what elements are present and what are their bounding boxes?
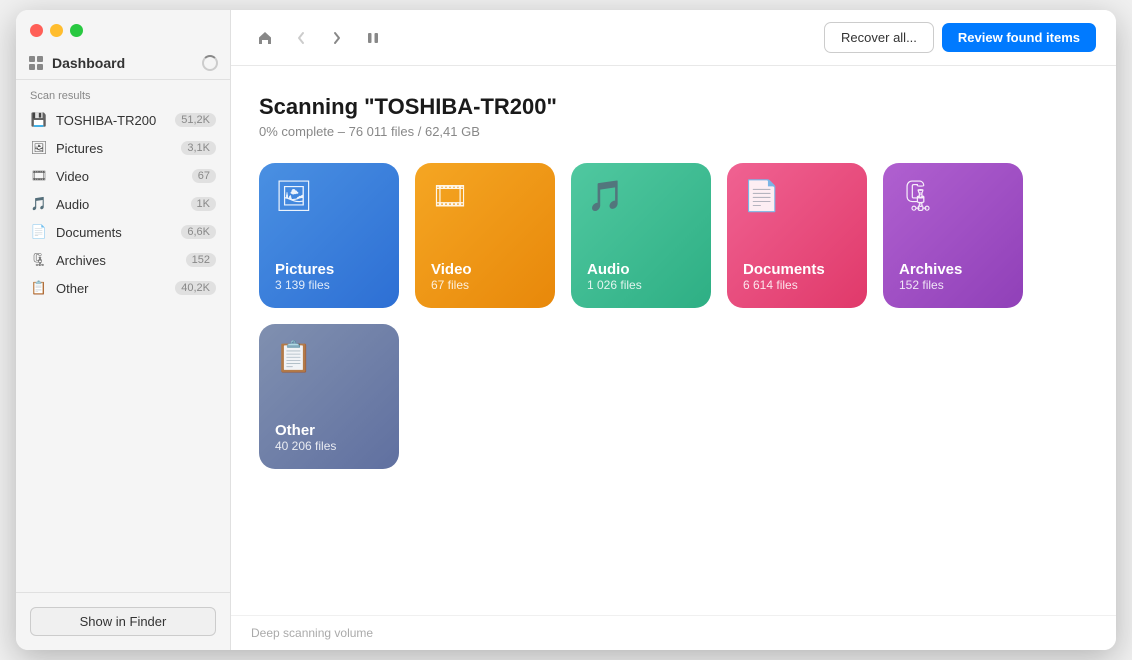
other-sidebar-label: Other (56, 281, 167, 296)
cards-grid: 🖼 Pictures 3 139 files 🎞 Video 67 files … (259, 163, 1088, 469)
maximize-button[interactable] (70, 24, 83, 37)
sidebar-item-toshiba[interactable]: 💾 TOSHIBA-TR200 51,2K (16, 106, 230, 134)
sidebar-dashboard-header[interactable]: Dashboard (16, 47, 230, 80)
sidebar-item-archives[interactable]: 🗜 Archives 152 (16, 246, 230, 274)
toshiba-sidebar-label: TOSHIBA-TR200 (56, 113, 167, 128)
other-card-icon: 📋 (275, 340, 383, 375)
close-button[interactable] (30, 24, 43, 37)
other-card-label: Other (275, 422, 383, 439)
audio-card-label: Audio (587, 261, 695, 278)
sidebar-items-list: 💾 TOSHIBA-TR200 51,2K 🖼 Pictures 3,1K 🎞 … (16, 106, 230, 302)
home-button[interactable] (251, 24, 279, 52)
audio-sidebar-badge: 1K (191, 197, 216, 211)
pictures-card-label: Pictures (275, 261, 383, 278)
pictures-card-count: 3 139 files (275, 278, 383, 292)
sidebar-item-audio[interactable]: 🎵 Audio 1K (16, 190, 230, 218)
audio-card-count: 1 026 files (587, 278, 695, 292)
main-content: Scanning "TOSHIBA-TR200" 0% complete – 7… (231, 66, 1116, 615)
minimize-button[interactable] (50, 24, 63, 37)
documents-card-label: Documents (743, 261, 851, 278)
app-window: Dashboard Scan results 💾 TOSHIBA-TR200 5… (16, 10, 1116, 650)
archives-card-label: Archives (899, 261, 1007, 278)
recover-all-button[interactable]: Recover all... (824, 22, 934, 53)
toshiba-sidebar-icon: 💾 (30, 111, 48, 129)
card-archives[interactable]: 🗜 Archives 152 files (883, 163, 1023, 308)
traffic-lights (30, 24, 83, 37)
documents-sidebar-badge: 6,6K (181, 225, 216, 239)
card-video[interactable]: 🎞 Video 67 files (415, 163, 555, 308)
grid-icon (28, 55, 44, 71)
back-button[interactable] (287, 24, 315, 52)
documents-card-count: 6 614 files (743, 278, 851, 292)
audio-sidebar-icon: 🎵 (30, 195, 48, 213)
loading-spinner (202, 55, 218, 71)
archives-sidebar-label: Archives (56, 253, 178, 268)
titlebar (16, 10, 230, 47)
card-other[interactable]: 📋 Other 40 206 files (259, 324, 399, 469)
review-found-items-button[interactable]: Review found items (942, 23, 1096, 52)
scan-subtitle: 0% complete – 76 011 files / 62,41 GB (259, 124, 1088, 139)
archives-card-count: 152 files (899, 278, 1007, 292)
documents-sidebar-label: Documents (56, 225, 173, 240)
toshiba-sidebar-badge: 51,2K (175, 113, 216, 127)
scan-results-label: Scan results (16, 80, 230, 106)
audio-card-icon: 🎵 (587, 179, 695, 214)
sidebar-footer: Show in Finder (16, 592, 230, 650)
dashboard-label: Dashboard (52, 55, 194, 71)
video-sidebar-icon: 🎞 (30, 167, 48, 185)
pictures-sidebar-label: Pictures (56, 141, 173, 156)
documents-sidebar-icon: 📄 (30, 223, 48, 241)
main-toolbar: Recover all... Review found items (231, 10, 1116, 66)
documents-card-icon: 📄 (743, 179, 851, 214)
main-footer: Deep scanning volume (231, 615, 1116, 650)
pause-button[interactable] (359, 24, 387, 52)
card-documents[interactable]: 📄 Documents 6 614 files (727, 163, 867, 308)
sidebar-item-other[interactable]: 📋 Other 40,2K (16, 274, 230, 302)
video-sidebar-label: Video (56, 169, 184, 184)
archives-sidebar-icon: 🗜 (30, 251, 48, 269)
scan-title: Scanning "TOSHIBA-TR200" (259, 94, 1088, 120)
video-card-label: Video (431, 261, 539, 278)
card-pictures[interactable]: 🖼 Pictures 3 139 files (259, 163, 399, 308)
other-sidebar-icon: 📋 (30, 279, 48, 297)
sidebar-item-documents[interactable]: 📄 Documents 6,6K (16, 218, 230, 246)
sidebar: Dashboard Scan results 💾 TOSHIBA-TR200 5… (16, 10, 231, 650)
sidebar-item-pictures[interactable]: 🖼 Pictures 3,1K (16, 134, 230, 162)
other-sidebar-badge: 40,2K (175, 281, 216, 295)
show-in-finder-button[interactable]: Show in Finder (30, 607, 216, 636)
pictures-sidebar-icon: 🖼 (30, 139, 48, 157)
archives-sidebar-badge: 152 (186, 253, 216, 267)
video-card-icon: 🎞 (431, 179, 539, 214)
archives-card-icon: 🗜 (899, 179, 1007, 214)
main-panel: Recover all... Review found items Scanni… (231, 10, 1116, 650)
sidebar-item-video[interactable]: 🎞 Video 67 (16, 162, 230, 190)
card-audio[interactable]: 🎵 Audio 1 026 files (571, 163, 711, 308)
pictures-card-icon: 🖼 (275, 179, 383, 214)
video-card-count: 67 files (431, 278, 539, 292)
forward-button[interactable] (323, 24, 351, 52)
other-card-count: 40 206 files (275, 439, 383, 453)
audio-sidebar-label: Audio (56, 197, 183, 212)
video-sidebar-badge: 67 (192, 169, 216, 183)
pictures-sidebar-badge: 3,1K (181, 141, 216, 155)
